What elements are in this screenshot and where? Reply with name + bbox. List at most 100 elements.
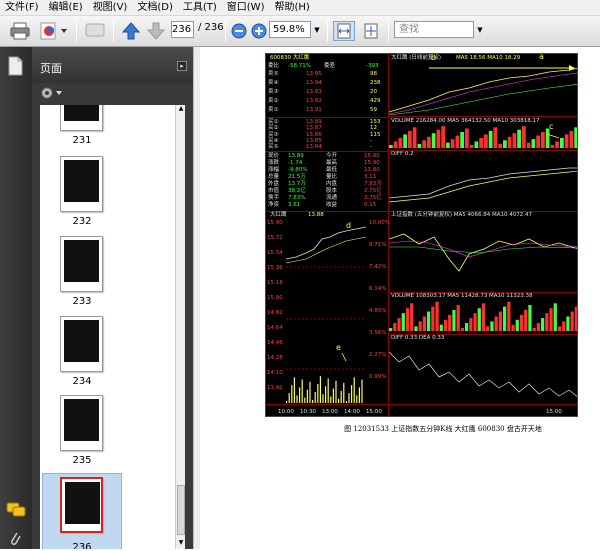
info-value: 2.75亿 (364, 195, 382, 201)
index-chart (389, 233, 577, 272)
info-label: 内盘 (326, 181, 338, 187)
annotation-c: c (549, 122, 554, 131)
annotation-a: a (539, 53, 544, 61)
scroll-down-icon[interactable]: ▼ (177, 539, 185, 549)
sell-row-label: 卖③ (268, 89, 279, 95)
price-tick: 15.36 (267, 265, 283, 271)
panel-options-menu[interactable] (40, 85, 64, 101)
scroll-up-icon[interactable]: ▲ (177, 105, 185, 115)
percent-tick: 0.99% (369, 374, 387, 380)
comment-button[interactable] (83, 21, 107, 41)
intraday-value: 13.88 (308, 212, 324, 218)
time-tick: 10:00 (278, 409, 294, 415)
paperclip-icon (11, 532, 21, 545)
time-label: 15:00 (546, 409, 562, 415)
thumbnail-233[interactable]: 233 (40, 236, 176, 316)
percent-tick: 3.56% (369, 330, 387, 336)
menu-view[interactable]: 视图(V) (88, 0, 133, 16)
sell-row-label: 卖② (268, 98, 279, 104)
info-label: 现价 (268, 153, 280, 159)
buy-row-label: 买⑤ (268, 144, 279, 151)
scrollbar-thumb[interactable] (177, 485, 185, 535)
info-label: 市值 (268, 188, 280, 194)
zoom-input[interactable] (269, 21, 311, 38)
menu-file[interactable]: 文件(F) (0, 0, 44, 16)
next-page-button[interactable] (145, 21, 167, 41)
attachments-panel-button[interactable] (8, 530, 22, 551)
zoom-dropdown-button[interactable]: ▼ (312, 21, 322, 38)
info-value: 0.15 (364, 202, 377, 208)
sell-row-price: 13.95 (306, 71, 322, 77)
time-tick: 15:00 (366, 409, 382, 415)
printer-icon (10, 22, 30, 40)
percent-tick: 7.42% (369, 264, 387, 270)
sell-row-volume: 429 (370, 98, 381, 104)
zoom-in-button[interactable] (250, 21, 268, 41)
info-value: 13.80 (364, 167, 380, 173)
menu-edit[interactable]: 编辑(E) (44, 0, 88, 16)
info-value: 3.11 (364, 174, 377, 180)
thumbnail-page (60, 236, 103, 292)
gear-icon (41, 87, 62, 99)
menu-help[interactable]: 帮助(H) (269, 0, 314, 16)
document-area: 600830 大红鹰 委比 -58.71% 委差 -393 大红鹰 (日线前复权… (200, 47, 600, 549)
thumbnail-label: 235 (72, 455, 92, 466)
panel-title: 页面 (40, 62, 62, 75)
comments-panel-button[interactable] (6, 502, 26, 521)
info-value: 7.83万 (364, 181, 382, 187)
chevron-down-icon: ▼ (314, 25, 320, 34)
create-button[interactable] (38, 21, 70, 41)
ratio-label: 委比 (268, 63, 280, 69)
info-label: 量比 (326, 174, 338, 180)
macd-label: DIFF 0.2 (391, 151, 414, 157)
percent-tick: 2.27% (369, 352, 387, 358)
thumbnail-231[interactable]: 231 (40, 105, 176, 155)
thumbnail-label: 234 (72, 376, 92, 387)
thumbnail-235[interactable]: 235 (40, 395, 176, 475)
info-value: 13.89 (288, 153, 304, 159)
sell-row-price: 13.91 (306, 107, 322, 113)
document-page: 600830 大红鹰 委比 -58.71% 委差 -393 大红鹰 (日线前复权… (263, 47, 581, 447)
diff-value: -393 (366, 63, 379, 69)
mid-chart-label: 上证指数 (五分钟前复权) MA5 4066.84 MA10 4072.47 (391, 212, 533, 218)
volume-chart-2 (389, 301, 577, 331)
zoom-out-button[interactable] (230, 21, 248, 41)
thumbnail-236[interactable]: 236 (40, 473, 176, 549)
info-value: 7.83% (288, 195, 306, 201)
menu-document[interactable]: 文档(D) (132, 0, 178, 16)
comment-icon (85, 23, 105, 37)
thumbnail-232[interactable]: 232 (40, 156, 176, 236)
thumbnail-page (60, 477, 103, 533)
panel-options-button[interactable]: ▸ (177, 61, 187, 71)
pages-icon (8, 56, 23, 76)
sell-row-volume: 98 (370, 71, 377, 77)
search-input[interactable]: 查找 (394, 21, 474, 38)
page-number-input[interactable] (171, 21, 194, 38)
info-label: 今开 (326, 153, 338, 159)
thumbnail-scrollbar[interactable]: ▲ ▼ (175, 105, 185, 549)
prev-page-button[interactable] (120, 21, 142, 41)
sell-row-volume: 238 (370, 80, 381, 86)
fit-page-icon (364, 23, 378, 39)
fit-width-button[interactable] (333, 21, 355, 41)
menu-window[interactable]: 窗口(W) (222, 0, 270, 16)
chevron-down-icon: ▼ (477, 25, 483, 34)
info-value: -1.74 (288, 160, 303, 166)
search-dropdown-button[interactable]: ▼ (475, 21, 485, 38)
price-tick: 15.00 (267, 295, 283, 301)
menu-tools[interactable]: 工具(T) (178, 0, 222, 16)
pages-panel-button[interactable] (7, 56, 23, 79)
sell-row-volume: 20 (370, 89, 377, 95)
price-tick: 15.54 (267, 250, 283, 256)
print-button[interactable] (8, 21, 32, 41)
sell-row-label: 卖④ (268, 80, 279, 86)
panel-splitter[interactable] (193, 47, 200, 549)
arrow-up-icon (122, 22, 140, 40)
info-label: 外盘 (268, 181, 280, 187)
sell-row-price: 13.94 (306, 80, 322, 86)
price-tick: 14.28 (267, 355, 283, 361)
sell-row-label: 卖① (268, 107, 279, 113)
fit-page-button[interactable] (360, 21, 382, 41)
thumbnail-234[interactable]: 234 (40, 316, 176, 396)
intraday-label: 大红鹰 (270, 212, 287, 218)
